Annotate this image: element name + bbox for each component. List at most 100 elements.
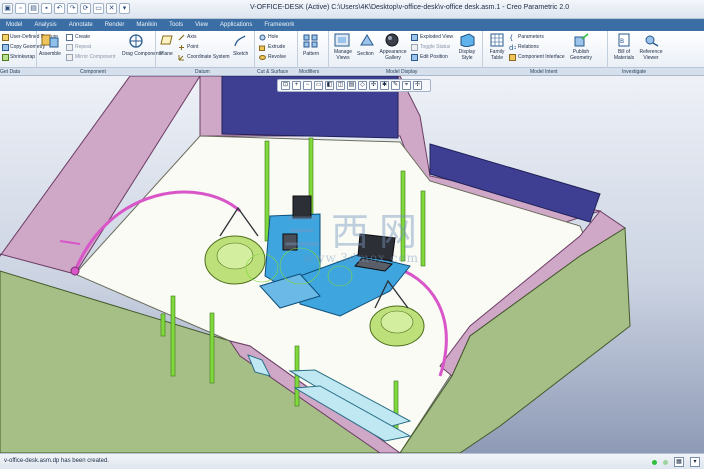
csys-display-icon[interactable]: ⌖	[402, 81, 411, 90]
datum-display-icon[interactable]: ✣	[369, 81, 378, 90]
tab-view[interactable]: View	[189, 19, 214, 31]
group-investigate[interactable]: Investigate	[622, 69, 646, 75]
refit-icon[interactable]: ⊡	[281, 81, 290, 90]
regen-status-secondary-icon	[663, 459, 668, 465]
section-icon	[360, 34, 374, 46]
group-get-data[interactable]: Get Data	[0, 69, 20, 75]
bill-of-materials-button[interactable]: Bill of Materials	[611, 49, 637, 61]
selection-filter-icon[interactable]: ▾	[690, 457, 700, 467]
section-button[interactable]: Section	[357, 51, 374, 57]
open-folder-icon[interactable]: ▤	[28, 3, 39, 14]
toggle-status-icon	[411, 44, 418, 51]
sketch-button[interactable]: Sketch	[233, 51, 248, 57]
hole-button[interactable]: Hole	[268, 34, 278, 40]
pattern-button[interactable]: Pattern	[303, 51, 319, 57]
relations-icon: d=	[509, 44, 516, 51]
quick-access-toolbar: ▣ ▫ ▤ ▪ ↶ ↷ ⟳ ▭ ✕ ▾	[2, 3, 130, 14]
perspective-icon[interactable]: ◇	[358, 81, 367, 90]
relations-button[interactable]: Relations	[518, 44, 539, 50]
reference-viewer-icon	[645, 35, 659, 47]
extrude-button[interactable]: Extrude	[268, 44, 285, 50]
edit-position-button[interactable]: Edit Position	[420, 54, 448, 60]
display-style-button[interactable]: Display Style	[456, 49, 478, 61]
manage-views-button[interactable]: Manage Views	[331, 49, 355, 61]
group-model-intent[interactable]: Model Intent	[530, 69, 558, 75]
title-bar: ▣ ▫ ▤ ▪ ↶ ↷ ⟳ ▭ ✕ ▾ V-OFFICE-DESK (Activ…	[0, 0, 704, 19]
tab-manikin[interactable]: Manikin	[130, 19, 163, 31]
plane-icon	[160, 35, 173, 45]
family-table-button[interactable]: Family Table	[488, 49, 506, 61]
graphics-window[interactable]: ⊡ + − ▭ ◧ ◫ ▤ ◇ ✣ ✱ ✎ ⌖ ✢ 三西网 www.3dmox.…	[0, 76, 704, 453]
drag-components-button[interactable]: Drag Components	[122, 51, 163, 57]
repeat-button[interactable]: Repeat	[75, 44, 91, 50]
coordinate-system-button[interactable]: Coordinate System	[187, 54, 230, 60]
spin-center-icon[interactable]: ✱	[380, 81, 389, 90]
repaint-icon[interactable]: ▭	[314, 81, 323, 90]
model-tree-toggle-icon[interactable]: ▦	[674, 457, 684, 467]
display-style-icon[interactable]: ◧	[325, 81, 334, 90]
plane-button[interactable]: Plane	[160, 51, 173, 57]
ribbon: User-Defined Feature Copy Geometry Shrin…	[0, 31, 704, 68]
group-modifiers[interactable]: Modifiers	[299, 69, 319, 75]
ribbon-group-labels: Get Data Component Datum Cut & Surface M…	[0, 68, 704, 76]
regen-status-icon[interactable]	[652, 459, 657, 465]
group-datum[interactable]: Datum	[195, 69, 210, 75]
svg-text:{ }: { }	[509, 34, 516, 41]
tab-applications[interactable]: Applications	[214, 19, 258, 31]
copy-geometry-icon	[2, 44, 9, 51]
redo-icon[interactable]: ↷	[67, 3, 78, 14]
create-button[interactable]: Create	[75, 34, 90, 40]
manage-views-icon	[334, 33, 350, 47]
tab-model[interactable]: Model	[0, 19, 28, 31]
assemble-button[interactable]: Assemble	[39, 51, 61, 57]
mirror-component-button[interactable]: Mirror Component	[75, 54, 115, 60]
point-button[interactable]: Point	[187, 44, 198, 50]
regenerate-icon[interactable]: ⟳	[80, 3, 91, 14]
family-table-icon	[490, 33, 504, 47]
tab-framework[interactable]: Framework	[258, 19, 300, 31]
tab-analysis[interactable]: Analysis	[28, 19, 62, 31]
undo-icon[interactable]: ↶	[54, 3, 65, 14]
group-cut-surface[interactable]: Cut & Surface	[257, 69, 288, 75]
save-icon[interactable]: ▪	[41, 3, 52, 14]
tab-annotate[interactable]: Annotate	[63, 19, 99, 31]
customize-dropdown-icon[interactable]: ▾	[119, 3, 130, 14]
zoom-in-icon[interactable]: +	[292, 81, 301, 90]
edit-position-icon	[411, 54, 418, 61]
publish-geometry-button[interactable]: Publish Geometry	[568, 49, 594, 61]
publish-geometry-icon	[574, 33, 589, 47]
bill-of-materials-icon: B	[618, 33, 630, 47]
points-display-icon[interactable]: ✢	[413, 81, 422, 90]
point-icon	[179, 45, 184, 50]
group-component[interactable]: Component	[80, 69, 106, 75]
appearance-gallery-button[interactable]: Appearance Gallery	[378, 49, 408, 61]
tab-tools[interactable]: Tools	[163, 19, 189, 31]
close-window-icon[interactable]: ✕	[106, 3, 117, 14]
group-model-display[interactable]: Model Display	[386, 69, 417, 75]
shrinkwrap-button[interactable]: Shrinkwrap	[10, 54, 35, 60]
component-interface-button[interactable]: Component Interface	[518, 54, 565, 60]
shrinkwrap-icon	[2, 54, 9, 61]
revolve-icon	[259, 55, 266, 60]
assemble-icon	[41, 34, 59, 48]
windows-icon[interactable]: ▭	[93, 3, 104, 14]
reference-viewer-button[interactable]: Reference Viewer	[637, 49, 665, 61]
saved-orientations-icon[interactable]: ◫	[336, 81, 345, 90]
svg-text:d=: d=	[509, 44, 516, 51]
extrude-icon	[259, 45, 265, 51]
udf-icon	[2, 34, 9, 41]
view-manager-icon[interactable]: ▤	[347, 81, 356, 90]
exploded-view-button[interactable]: Exploded View	[420, 34, 453, 40]
new-file-icon[interactable]: ▫	[15, 3, 26, 14]
parameters-button[interactable]: Parameters	[518, 34, 544, 40]
mirror-component-icon	[66, 54, 73, 61]
toggle-status-button[interactable]: Toggle Status	[420, 44, 450, 50]
revolve-button[interactable]: Revolve	[268, 54, 286, 60]
ribbon-tabs: Model Analysis Annotate Render Manikin T…	[0, 19, 704, 31]
appearance-gallery-icon	[385, 33, 399, 47]
annotation-display-icon[interactable]: ✎	[391, 81, 400, 90]
tab-render[interactable]: Render	[99, 19, 131, 31]
app-menu-icon[interactable]: ▣	[2, 3, 13, 14]
axis-button[interactable]: Axis	[187, 34, 196, 40]
zoom-out-icon[interactable]: −	[303, 81, 312, 90]
